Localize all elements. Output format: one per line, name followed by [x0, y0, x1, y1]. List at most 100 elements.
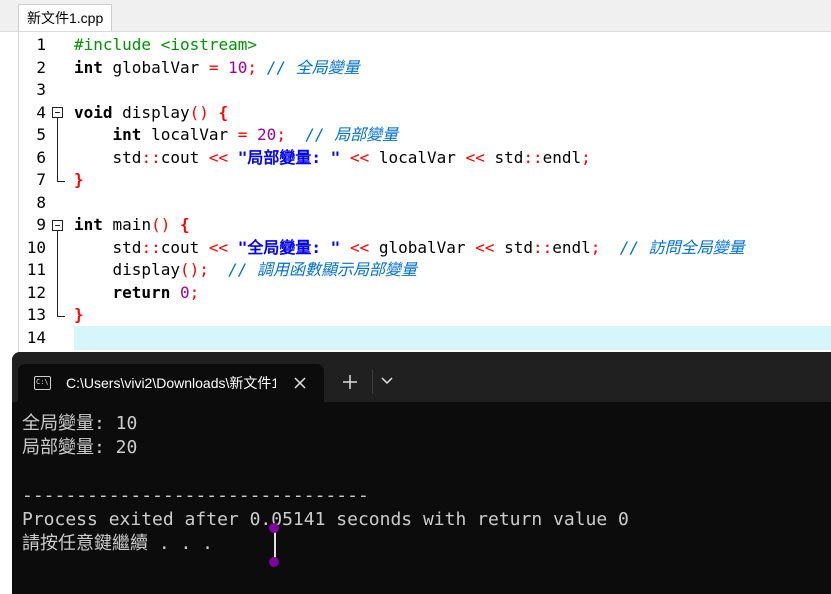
- code-line[interactable]: display(); // 調用函數顯示局部變量: [74, 259, 418, 281]
- code-token: ;: [276, 125, 286, 144]
- line-number: 14: [26, 327, 46, 347]
- selection-handle-start[interactable]: [269, 523, 279, 533]
- code-token: 20: [257, 125, 277, 144]
- line-number: 2: [36, 57, 46, 77]
- code-text-area[interactable]: #include <iostream> int globalVar = 10; /…: [74, 32, 831, 356]
- code-token: <<: [465, 147, 485, 167]
- code-token: #include <iostream>: [74, 35, 258, 54]
- line-number: 4: [36, 102, 46, 122]
- code-token: globalVar: [369, 237, 476, 257]
- code-token: std: [484, 147, 524, 167]
- terminal-output-line: Process exited after 0.05141 seconds wit…: [22, 509, 629, 530]
- line-number: 9: [36, 215, 46, 234]
- code-token: =: [208, 57, 219, 77]
- code-token: ::: [533, 237, 553, 257]
- code-token: // 調用函數顯示局部變量: [228, 260, 418, 279]
- fold-toggle-main[interactable]: [52, 220, 63, 231]
- code-line[interactable]: }: [74, 304, 84, 326]
- code-token: // 全局變量: [266, 57, 360, 77]
- code-token: }: [74, 305, 84, 324]
- code-token: <<: [208, 147, 229, 167]
- new-tab-plus-icon[interactable]: [342, 374, 358, 390]
- code-token: }: [74, 170, 84, 189]
- fold-end-main: [57, 316, 65, 317]
- code-token: localVar: [369, 147, 466, 167]
- code-line[interactable]: int globalVar = 10; // 全局變量: [74, 57, 360, 79]
- fold-guide-display: [57, 118, 58, 181]
- code-token: // 訪問全局變量: [619, 237, 745, 257]
- code-line[interactable]: int main() {: [74, 214, 190, 236]
- gutter-separator: [18, 32, 19, 356]
- code-token: ();: [179, 260, 209, 279]
- code-token: 0: [179, 282, 190, 302]
- code-token: "局部變量: ": [237, 147, 341, 167]
- code-token: std: [494, 237, 533, 257]
- terminal-output-line: 局部變量: 20: [22, 437, 138, 458]
- editor-tab-file[interactable]: 新文件1.cpp: [18, 4, 113, 31]
- code-token: display: [112, 102, 190, 122]
- close-icon[interactable]: [292, 375, 308, 391]
- code-line[interactable]: void display() {: [74, 102, 228, 124]
- code-token: // 局部變量: [305, 125, 399, 144]
- code-token: ;: [247, 57, 258, 77]
- code-token: cout: [160, 237, 209, 257]
- fold-end-display: [57, 181, 65, 182]
- code-token: display: [74, 260, 180, 279]
- text-cursor: [274, 532, 276, 558]
- code-token: endl: [552, 237, 591, 257]
- code-token: ::: [141, 147, 161, 167]
- code-token: globalVar: [102, 57, 209, 77]
- code-token: {: [218, 102, 229, 122]
- line-number: 5: [36, 125, 46, 144]
- tab-bar-divider: [372, 370, 373, 394]
- code-line[interactable]: return 0;: [74, 282, 200, 304]
- fold-toggle-display[interactable]: [52, 107, 63, 118]
- line-number: 13: [26, 305, 46, 324]
- code-token: (): [189, 102, 209, 122]
- code-token: <<: [349, 237, 370, 257]
- line-number: 3: [36, 80, 46, 99]
- code-token: =: [237, 125, 248, 144]
- line-number: 6: [36, 147, 46, 167]
- code-line[interactable]: std::cout << "全局變量: " << globalVar << st…: [74, 237, 745, 259]
- code-line[interactable]: int localVar = 20; // 局部變量: [74, 124, 399, 146]
- code-token: cout: [160, 147, 209, 167]
- terminal-output-line: 請按任意鍵繼續 . . .: [22, 533, 214, 554]
- code-token: return: [112, 282, 171, 302]
- code-token: int: [74, 57, 103, 77]
- code-token: ::: [141, 237, 161, 257]
- code-token: <<: [349, 147, 370, 167]
- console-icon: C:\: [34, 376, 51, 390]
- code-editor[interactable]: 新文件1.cpp 1 2 3 4 5 6 7 8 9 10 11 12 13 14 #include <i…: [0, 0, 831, 356]
- code-line[interactable]: std::cout << "局部變量: " << localVar << std…: [74, 147, 591, 169]
- chevron-down-icon[interactable]: [380, 376, 394, 386]
- fold-guide-main: [57, 231, 58, 316]
- line-number: 8: [36, 192, 46, 212]
- code-token: <<: [208, 237, 229, 257]
- selection-handle-end[interactable]: [269, 557, 279, 567]
- code-token: localVar: [141, 125, 238, 144]
- code-line[interactable]: #include <iostream>: [74, 34, 257, 56]
- terminal-output-line: --------------------------------: [22, 485, 369, 506]
- terminal-tab-bar: C:\ C:\Users\vivi2\Downloads\新文件1.exe: [12, 352, 831, 402]
- code-line[interactable]: }: [74, 169, 84, 191]
- line-number: 1: [36, 35, 46, 54]
- line-number: 11: [26, 260, 46, 279]
- code-token: std: [74, 237, 142, 257]
- terminal-window[interactable]: C:\ C:\Users\vivi2\Downloads\新文件1.exe 全局…: [12, 352, 831, 594]
- code-token: std: [74, 147, 142, 167]
- terminal-tab[interactable]: C:\ C:\Users\vivi2\Downloads\新文件1.exe: [18, 364, 324, 402]
